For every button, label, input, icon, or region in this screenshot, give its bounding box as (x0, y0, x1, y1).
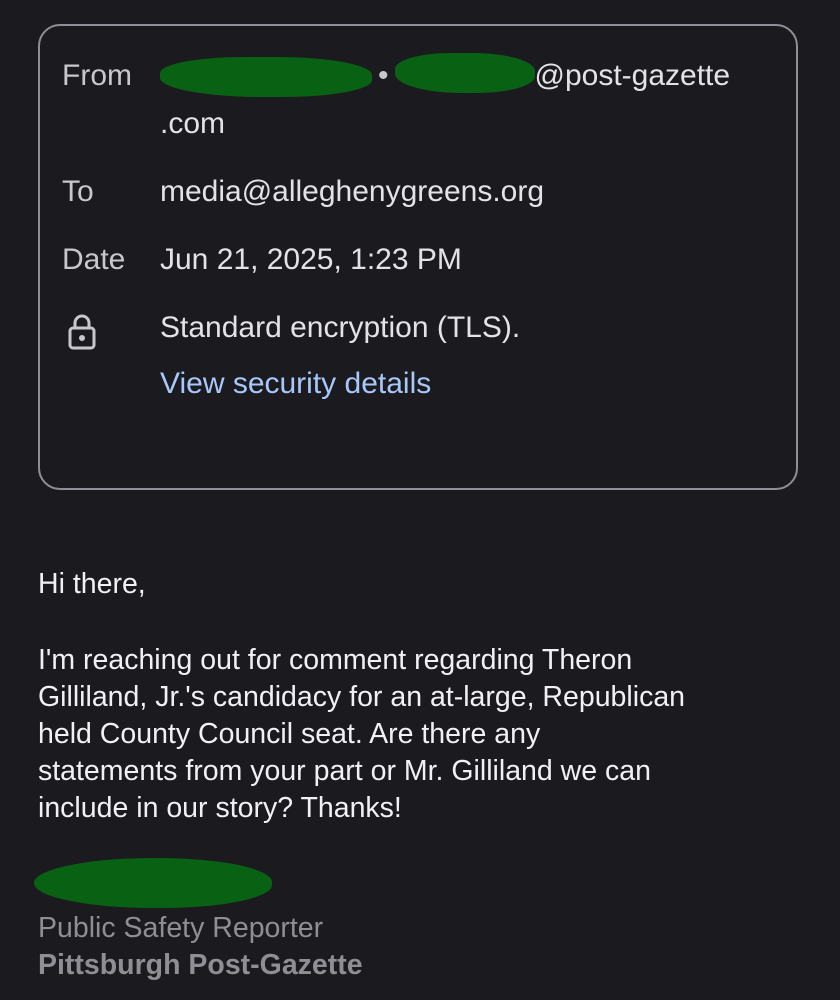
lock-icon (68, 314, 96, 350)
to-label: To (62, 175, 94, 208)
date-value: Jun 21, 2025, 1:23 PM (160, 243, 462, 276)
from-label: From (62, 59, 132, 92)
body-line: statements from your part or Mr. Gillila… (38, 755, 651, 787)
to-value[interactable]: media@alleghenygreens.org (160, 174, 544, 210)
encryption-text: Standard encryption (TLS). (160, 311, 521, 344)
body-line: held County Council seat. Are there any (38, 718, 541, 750)
from-value[interactable]: • @post-gazette (160, 53, 731, 98)
redaction-mark (394, 53, 535, 94)
email-body: I'm reaching out for comment regarding T… (38, 642, 798, 827)
body-line: Gilliland, Jr.'s candidacy for an at-lar… (38, 681, 686, 713)
body-line: I'm reaching out for comment regarding T… (38, 644, 633, 676)
redaction-mark (160, 57, 372, 98)
redacted-signature-name (34, 858, 274, 910)
body-line: include in our story? Thanks! (38, 792, 402, 824)
view-security-details-link[interactable]: View security details (160, 366, 431, 402)
redacted-sender-name (160, 57, 372, 98)
email-greeting: Hi there, (38, 568, 146, 600)
message-details-card: From • @post-gazette .com To media@alleg… (38, 24, 798, 490)
date-label: Date (62, 243, 126, 276)
redacted-email-user (394, 53, 535, 94)
separator-dot: • (378, 59, 389, 92)
signature-title: Public Safety Reporter (38, 912, 324, 944)
from-email-tail: .com (160, 107, 226, 140)
signature-organization: Pittsburgh Post-Gazette (38, 949, 363, 981)
redaction-mark (34, 858, 272, 908)
from-email-domain: @post-gazette (534, 59, 731, 92)
